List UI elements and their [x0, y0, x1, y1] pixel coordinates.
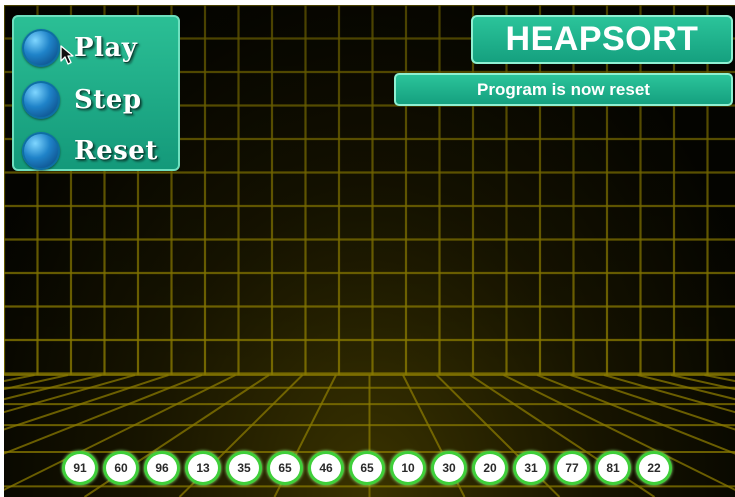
heap-item: 77	[554, 451, 590, 485]
status-message: Program is now reset	[477, 80, 650, 99]
heap-item-value: 22	[647, 461, 661, 475]
reset-label: Reset	[74, 136, 158, 166]
heap-item: 30	[431, 451, 467, 485]
heap-item-value: 96	[155, 461, 169, 475]
heap-item: 13	[185, 451, 221, 485]
heap-item-value: 46	[319, 461, 333, 475]
heap-item-value: 60	[114, 461, 128, 475]
heap-item: 96	[144, 451, 180, 485]
heap-item: 20	[472, 451, 508, 485]
heap-item-value: 35	[237, 461, 251, 475]
grid-background: Play Step Reset HEAPSORT Program is now …	[4, 5, 735, 497]
mouse-pointer-icon	[60, 45, 74, 65]
play-button[interactable]: Play	[22, 27, 174, 71]
heap-item: 91	[62, 451, 98, 485]
step-button[interactable]: Step	[22, 79, 174, 123]
heap-item-value: 13	[196, 461, 210, 475]
heap-item-value: 31	[524, 461, 538, 475]
heap-item: 65	[349, 451, 385, 485]
heap-item: 10	[390, 451, 426, 485]
heap-item-value: 10	[401, 461, 415, 475]
heap-item: 65	[267, 451, 303, 485]
page-title: HEAPSORT	[505, 20, 699, 58]
heap-item: 31	[513, 451, 549, 485]
heap-items: 91 60 96 13 35 65 46 65 10 30 20 31 77 81 22	[62, 451, 682, 485]
step-label: Step	[74, 85, 142, 115]
step-button-orb	[22, 81, 60, 119]
heap-item: 60	[103, 451, 139, 485]
reset-button-orb	[22, 132, 60, 170]
heap-item: 81	[595, 451, 631, 485]
heap-item-value: 77	[565, 461, 579, 475]
heap-item-value: 30	[442, 461, 456, 475]
heap-item: 22	[636, 451, 672, 485]
heap-item: 35	[226, 451, 262, 485]
heap-item-value: 91	[73, 461, 87, 475]
status-banner: Program is now reset	[394, 73, 733, 106]
title-banner: HEAPSORT	[471, 15, 733, 64]
control-panel: Play Step Reset	[12, 15, 180, 171]
play-label: Play	[74, 33, 138, 63]
play-button-orb	[22, 29, 60, 67]
heapsort-app: Play Step Reset HEAPSORT Program is now …	[0, 0, 735, 497]
heap-item-value: 65	[278, 461, 292, 475]
heap-item: 46	[308, 451, 344, 485]
heap-item-value: 65	[360, 461, 374, 475]
heap-item-value: 20	[483, 461, 497, 475]
heap-item-value: 81	[606, 461, 620, 475]
reset-button[interactable]: Reset	[22, 130, 174, 174]
